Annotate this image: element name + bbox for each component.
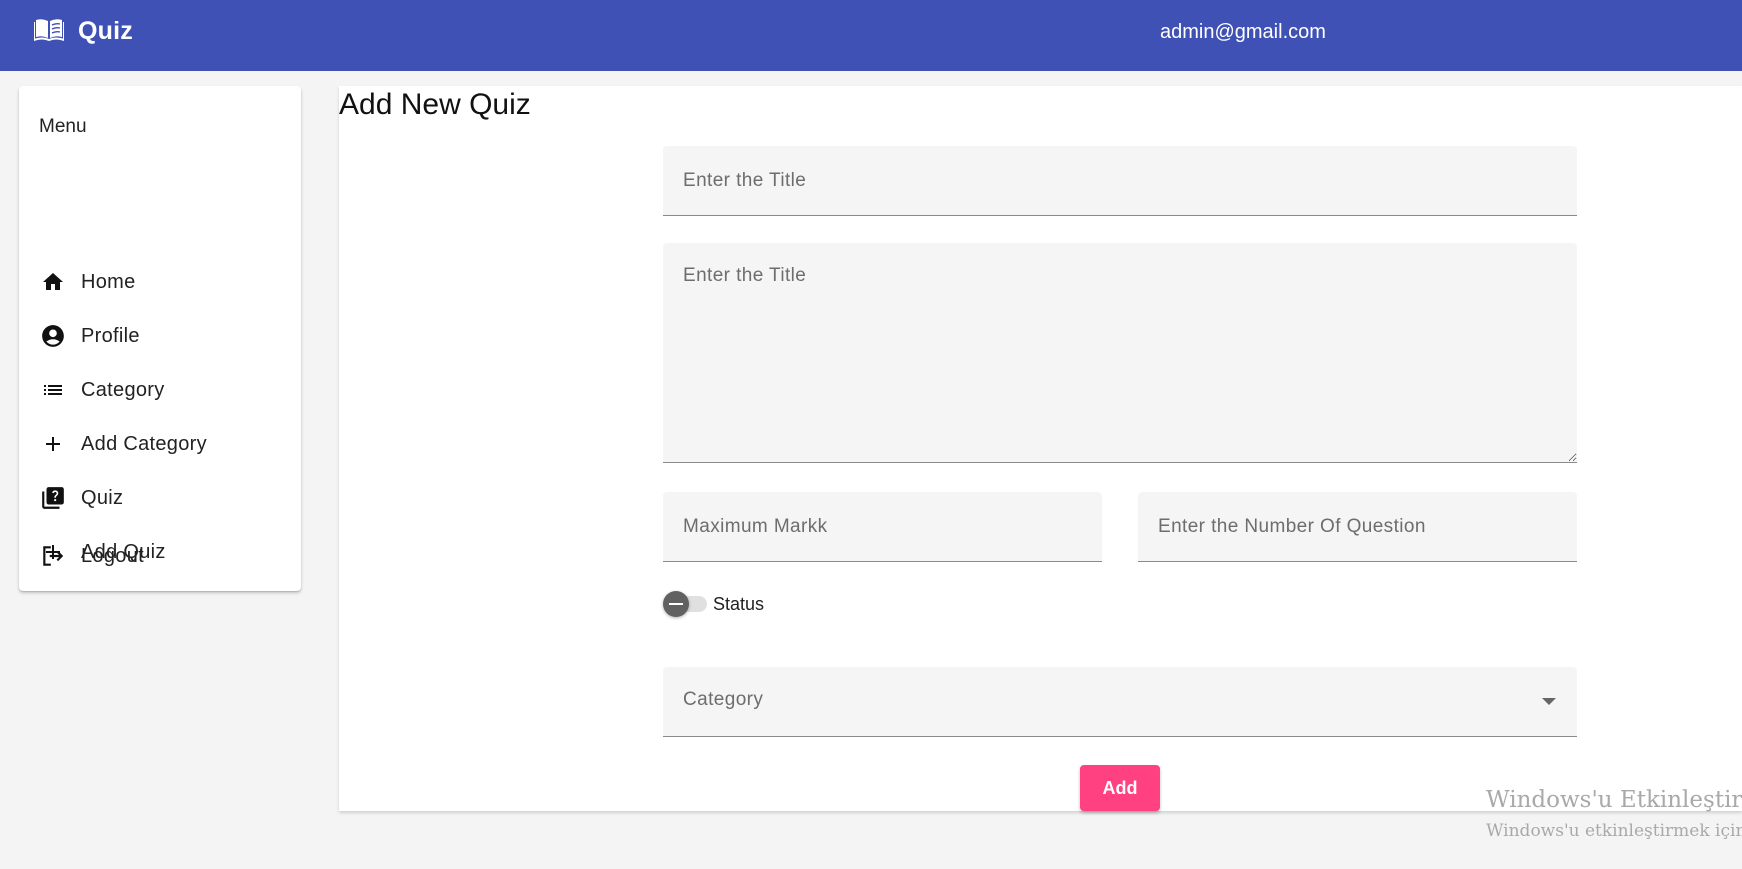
sidebar-item-label: Logout bbox=[81, 544, 144, 567]
sidebar-item-category[interactable]: Category bbox=[19, 364, 301, 416]
description-field bbox=[663, 243, 1577, 463]
sidebar-item-label: Home bbox=[81, 270, 136, 293]
category-select-label: Category bbox=[683, 689, 764, 710]
logout-icon bbox=[39, 542, 67, 570]
dropdown-arrow-icon bbox=[1542, 698, 1556, 705]
book-icon bbox=[33, 17, 65, 46]
brand[interactable]: Quiz bbox=[33, 17, 133, 46]
quiz-icon bbox=[39, 484, 67, 512]
page-title: Add New Quiz bbox=[339, 88, 531, 121]
windows-activation-watermark: Windows'u Etkinleştir Windows'u etkinleş… bbox=[1486, 787, 1742, 841]
sidebar-item-add-category[interactable]: Add Category bbox=[19, 418, 301, 470]
add-quiz-card: Add New Quiz Status Category Add bbox=[339, 86, 1742, 811]
list-icon bbox=[39, 376, 67, 404]
sidebar-item-label: Category bbox=[81, 378, 165, 401]
max-marks-field bbox=[663, 492, 1102, 562]
description-textarea[interactable] bbox=[663, 243, 1577, 462]
app-title: Quiz bbox=[78, 17, 133, 45]
category-select[interactable]: Category bbox=[663, 667, 1577, 737]
title-input[interactable] bbox=[663, 146, 1577, 215]
title-field bbox=[663, 146, 1577, 216]
watermark-title: Windows'u Etkinleştir bbox=[1486, 787, 1742, 813]
sidebar-item-quiz[interactable]: Quiz bbox=[19, 472, 301, 524]
toggle-thumb bbox=[663, 591, 689, 617]
home-icon bbox=[39, 268, 67, 296]
watermark-subtitle: Windows'u etkinleştirmek için Ay bbox=[1486, 821, 1742, 841]
add-button[interactable]: Add bbox=[1080, 765, 1160, 811]
num-questions-field bbox=[1138, 492, 1577, 562]
status-label: Status bbox=[713, 594, 765, 614]
sidebar-header: Menu bbox=[39, 116, 87, 137]
user-email: admin@gmail.com bbox=[1160, 21, 1326, 43]
account-circle-icon bbox=[39, 322, 67, 350]
sidebar-item-label: Add Category bbox=[81, 432, 207, 455]
sidebar: Menu Home Profile Category Add Category … bbox=[19, 86, 301, 591]
sidebar-item-home[interactable]: Home bbox=[19, 256, 301, 308]
sidebar-item-label: Quiz bbox=[81, 486, 124, 509]
max-marks-input[interactable] bbox=[663, 492, 1102, 561]
sidebar-item-logout-row[interactable]: Logout bbox=[19, 530, 301, 582]
plus-icon bbox=[39, 430, 67, 458]
top-app-bar: Quiz admin@gmail.com bbox=[0, 0, 1742, 71]
num-questions-input[interactable] bbox=[1138, 492, 1577, 561]
sidebar-item-profile[interactable]: Profile bbox=[19, 310, 301, 362]
sidebar-item-label: Profile bbox=[81, 324, 140, 347]
